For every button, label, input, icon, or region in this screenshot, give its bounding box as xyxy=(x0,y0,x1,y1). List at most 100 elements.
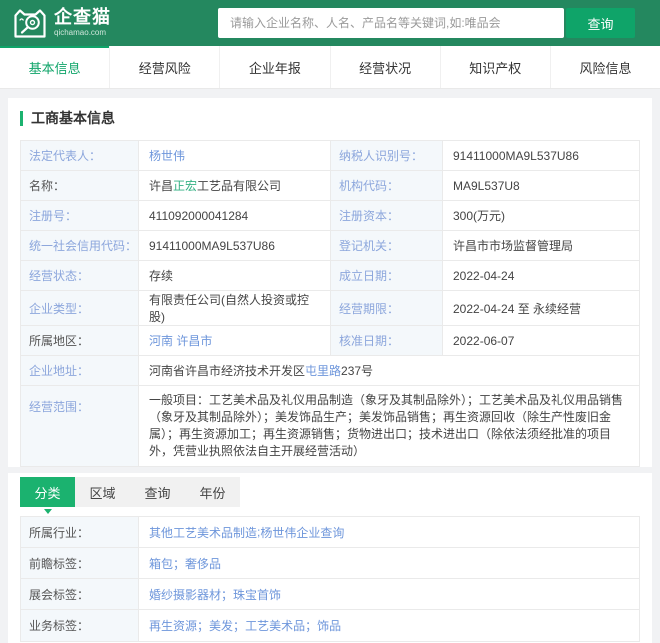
info-row: 所属地区： 河南 许昌市 核准日期： 2022-06-07 xyxy=(21,326,639,356)
info-row: 法定代表人： 杨世伟 纳税人识别号： 91411000MA9L537U86 xyxy=(21,141,639,171)
brand-domain: qichamao.com xyxy=(54,28,107,37)
filter-tab-query[interactable]: 查询 xyxy=(130,477,185,507)
field-label: 所属行业： xyxy=(21,517,139,547)
value-link[interactable]: 杨世伟企业查询 xyxy=(260,524,344,541)
field-value: 杨世伟 xyxy=(139,141,331,170)
field-label: 注册资本： xyxy=(331,201,443,230)
field-value: 有限责任公司(自然人投资或控股) xyxy=(139,291,331,325)
field-value: 411092000041284 xyxy=(139,201,331,230)
business-info-card: 工商基本信息 法定代表人： 杨世伟 纳税人识别号： 91411000MA9L537U8… xyxy=(8,98,652,467)
cat-magnifier-icon xyxy=(14,8,46,38)
field-label: 核准日期： xyxy=(331,326,443,355)
nav-tab-annual-report[interactable]: 企业年报 xyxy=(219,46,329,88)
field-label: 企业地址： xyxy=(21,356,139,385)
info-row: 经营状态： 存续 成立日期： 2022-04-24 xyxy=(21,261,639,291)
value-text: 91411000MA9L537U86 xyxy=(453,148,579,163)
nav-tab-basic-info[interactable]: 基本信息 xyxy=(0,46,110,88)
search-button[interactable]: 查询 xyxy=(566,8,635,38)
field-value: 2022-04-24 至 永续经营 xyxy=(443,291,639,325)
value-link[interactable]: 屯里路 xyxy=(305,362,341,379)
field-label: 经营状态： xyxy=(21,261,139,290)
section-title: 工商基本信息 xyxy=(31,110,115,126)
filter-tab-category[interactable]: 分类 xyxy=(20,477,75,507)
active-tab-pointer-icon xyxy=(44,509,52,514)
value-link[interactable]: 工艺美术品 xyxy=(245,617,305,634)
field-label: 前瞻标签： xyxy=(21,548,139,578)
field-value: 再生资源；美发；工艺美术品；饰品 xyxy=(139,610,639,641)
value-link[interactable]: 河南 许昌市 xyxy=(149,332,212,349)
section-title-row: 工商基本信息 xyxy=(20,108,640,128)
value-link[interactable]: 奢侈品 xyxy=(185,555,221,572)
field-value: 箱包；奢侈品 xyxy=(139,548,639,578)
value-link[interactable]: 箱包 xyxy=(149,555,173,572)
separator: ； xyxy=(305,619,318,633)
logo-text: 企查猫 qichamao.com xyxy=(54,8,111,38)
site-header: 企查猫 qichamao.com 查询 xyxy=(0,0,660,46)
separator: ； xyxy=(197,619,210,633)
nav-tabs: 基本信息 经营风险 企业年报 经营状况 知识产权 风险信息 xyxy=(0,46,660,89)
value-text: 工艺品有限公司 xyxy=(197,179,282,193)
field-label: 注册号： xyxy=(21,201,139,230)
field-label: 展会标签： xyxy=(21,579,139,609)
value-link[interactable]: 再生资源 xyxy=(149,617,197,634)
tag-row: 展会标签： 婚纱摄影器材；珠宝首饰 xyxy=(21,579,639,610)
info-row: 经营范围： 一般项目：工艺美术品及礼仪用品制造（象牙及其制品除外）；工艺美术品及礼… xyxy=(21,386,639,466)
value-link[interactable]: 美发 xyxy=(209,617,233,634)
title-accent-bar xyxy=(20,110,23,126)
value-text: 存续 xyxy=(149,269,174,283)
value-text: MA9L537U8 xyxy=(453,178,520,193)
filter-tab-region[interactable]: 区域 xyxy=(75,477,130,507)
field-value: 2022-04-24 xyxy=(443,261,639,290)
nav-tab-risk-info[interactable]: 风险信息 xyxy=(549,46,660,88)
home-logo[interactable]: 企查猫 qichamao.com xyxy=(13,7,111,40)
field-label: 名称： xyxy=(21,171,139,200)
field-value: 许昌 正宏 工艺品有限公司 xyxy=(139,171,331,200)
field-label: 纳税人识别号： xyxy=(331,141,443,170)
tag-table: 所属行业： 其他工艺美术品制造 ; 杨世伟企业查询 前瞻标签： 箱包；奢侈品 展会标签：婚… xyxy=(20,516,640,642)
field-label: 法定代表人： xyxy=(21,141,139,170)
info-table: 法定代表人： 杨世伟 纳税人识别号： 91411000MA9L537U86 名称： 许昌正… xyxy=(20,140,640,467)
filter-tab-year[interactable]: 年份 xyxy=(185,477,240,507)
value-link[interactable]: 婚纱摄影器材 xyxy=(149,586,221,603)
field-label: 经营范围： xyxy=(21,386,139,466)
tag-row: 所属行业： 其他工艺美术品制造 ; 杨世伟企业查询 xyxy=(21,517,639,548)
field-value: 存续 xyxy=(139,261,331,290)
value-link[interactable]: 珠宝首饰 xyxy=(233,586,281,603)
search-box xyxy=(218,8,564,38)
value-text: 许昌市市场监督管理局 xyxy=(453,239,574,253)
field-label: 机构代码： xyxy=(331,171,443,200)
value-text: 2022-06-07 xyxy=(453,333,515,348)
nav-tab-business-risk[interactable]: 经营风险 xyxy=(109,46,219,88)
separator: ； xyxy=(233,619,246,633)
value-link[interactable]: 杨世伟 xyxy=(149,147,185,164)
field-label: 业务标签： xyxy=(21,610,139,641)
field-label: 企业类型： xyxy=(21,291,139,325)
info-row: 统一社会信用代码： 91411000MA9L537U86 登记机关： 许昌市市场监督管… xyxy=(21,231,639,261)
value-text: 河南省许昌市经济技术开发区 xyxy=(149,364,306,378)
tags-card: 分类 区域 查询 年份 所属行业： 其他工艺美术品制造 ; 杨世伟企业查询 前瞻标签： 箱包；… xyxy=(8,473,652,643)
separator: ； xyxy=(221,587,234,602)
tag-row: 业务标签： 再生资源；美发；工艺美术品；饰品 xyxy=(21,610,639,641)
value-link[interactable]: 其他工艺美术品制造 xyxy=(149,524,257,541)
value-text: 300(万元) xyxy=(453,209,506,223)
field-label: 成立日期： xyxy=(331,261,443,290)
field-value: 河南省许昌市经济技术开发区 屯里路 237号 xyxy=(139,356,639,385)
value-text: 91411000MA9L537U86 xyxy=(149,238,275,253)
field-value: 婚纱摄影器材；珠宝首饰 xyxy=(139,579,639,609)
field-value: 其他工艺美术品制造 ; 杨世伟企业查询 xyxy=(139,517,639,547)
separator: ； xyxy=(173,556,186,571)
tag-row: 前瞻标签： 箱包；奢侈品 xyxy=(21,548,639,579)
value-text: 411092000041284 xyxy=(149,208,249,223)
field-label: 经营期限： xyxy=(331,291,443,325)
search-input[interactable] xyxy=(228,15,554,31)
nav-tab-operation-status[interactable]: 经营状况 xyxy=(329,46,440,88)
info-row: 企业类型： 有限责任公司(自然人投资或控股) 经营期限： 2022-04-24 至 永… xyxy=(21,291,639,326)
value-link[interactable]: 饰品 xyxy=(317,617,341,634)
value-text: 有限责任公司(自然人投资或控股) xyxy=(149,293,309,324)
field-label: 所属地区： xyxy=(21,326,139,355)
field-value: 91411000MA9L537U86 xyxy=(139,231,331,260)
value-text: 2022-04-24 xyxy=(453,268,515,283)
field-value: 河南 许昌市 xyxy=(139,326,331,355)
field-value: 300(万元) xyxy=(443,201,639,230)
nav-tab-intellectual-property[interactable]: 知识产权 xyxy=(439,46,550,88)
